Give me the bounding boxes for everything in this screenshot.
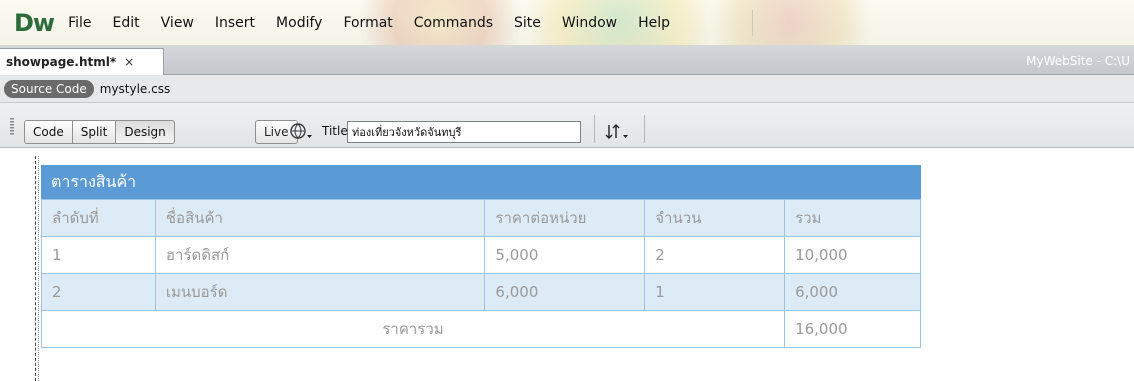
product-table[interactable]: ลำดับที่ ชื่อสินค้า ราคาต่อหน่วย จำนวน ร…	[40, 199, 921, 348]
table-header-row: ลำดับที่ ชื่อสินค้า ราคาต่อหน่วย จำนวน ร…	[41, 199, 921, 237]
menu-file[interactable]: File	[68, 15, 91, 31]
table-cell[interactable]: 5,000	[484, 236, 646, 274]
table-cell[interactable]: 2	[41, 273, 156, 311]
menu-divider	[752, 10, 753, 36]
table-caption[interactable]: ตารางสินค้า	[41, 165, 921, 199]
design-view[interactable]: ตารางสินค้า ลำดับที่ ชื่อสินค้า ราคาต่อห…	[0, 148, 1134, 381]
table-cell[interactable]: เมนบอร์ด	[154, 273, 486, 311]
toolbar-divider	[594, 115, 595, 143]
table-cell[interactable]: 10,000	[784, 236, 921, 274]
page-title-input[interactable]	[347, 121, 581, 143]
table-total-row: ราคารวม 16,000	[40, 310, 921, 348]
source-code-button[interactable]: Source Code	[4, 79, 94, 98]
design-view-button[interactable]: Design	[115, 120, 175, 144]
file-management-button[interactable]	[604, 122, 634, 142]
view-switcher: Code Split Design	[24, 120, 175, 144]
toolbar-grip-icon[interactable]	[10, 118, 14, 136]
document-tab-bar: showpage.html* × MyWebSite - C:\U	[0, 46, 1134, 75]
header-cell[interactable]: จำนวน	[644, 199, 786, 237]
up-down-arrows-icon	[605, 124, 628, 139]
related-file-css[interactable]: mystyle.css	[100, 82, 170, 96]
table-row: 1 ฮาร์ดดิสก์ 5,000 2 10,000	[41, 236, 921, 274]
menu-insert[interactable]: Insert	[215, 15, 255, 31]
header-cell[interactable]: ชื่อสินค้า	[154, 199, 486, 237]
site-path: MyWebSite - C:\U	[1026, 54, 1130, 68]
preview-in-browser-button[interactable]	[290, 122, 316, 142]
menu-commands[interactable]: Commands	[414, 15, 493, 31]
table-cell[interactable]: 1	[41, 236, 156, 274]
product-table-container: ตารางสินค้า ลำดับที่ ชื่อสินค้า ราคาต่อห…	[40, 165, 921, 348]
table-cell[interactable]: 6,000	[484, 273, 646, 311]
table-row: 2 เมนบอร์ด 6,000 1 6,000	[41, 273, 921, 311]
menu-format[interactable]: Format	[343, 15, 392, 31]
header-cell[interactable]: ราคาต่อหน่วย	[484, 199, 646, 237]
menu-help[interactable]: Help	[638, 15, 670, 31]
menu-site[interactable]: Site	[514, 15, 541, 31]
menu-window[interactable]: Window	[562, 15, 617, 31]
table-cell[interactable]: 1	[644, 273, 786, 311]
total-value-cell[interactable]: 16,000	[784, 310, 921, 348]
layout-guide-line	[35, 156, 36, 381]
table-cell[interactable]: 6,000	[784, 273, 921, 311]
layout-guide-line	[38, 156, 39, 381]
header-cell[interactable]: รวม	[784, 199, 921, 237]
document-tab[interactable]: showpage.html* ×	[0, 48, 164, 75]
background-watermark	[690, 0, 890, 45]
dreamweaver-logo: Dw	[14, 9, 55, 37]
menu-bar: Dw File Edit View Insert Modify Format C…	[0, 0, 1134, 46]
header-cell[interactable]: ลำดับที่	[41, 199, 156, 237]
document-toolbar: Code Split Design Live Title:	[0, 103, 1134, 148]
close-tab-icon[interactable]: ×	[124, 55, 134, 69]
table-cell[interactable]: 2	[644, 236, 786, 274]
menu-edit[interactable]: Edit	[113, 15, 140, 31]
code-view-button[interactable]: Code	[24, 120, 73, 144]
related-files-bar: Source Code mystyle.css	[0, 75, 1134, 103]
split-view-button[interactable]: Split	[71, 120, 117, 144]
toolbar-divider	[644, 115, 645, 143]
table-cell[interactable]: ฮาร์ดดิสก์	[154, 236, 486, 274]
menu-modify[interactable]: Modify	[276, 15, 322, 31]
globe-icon	[290, 123, 312, 139]
total-label-cell[interactable]: ราคารวม	[40, 310, 786, 348]
document-tab-filename: showpage.html*	[6, 55, 117, 69]
menu-view[interactable]: View	[161, 15, 194, 31]
